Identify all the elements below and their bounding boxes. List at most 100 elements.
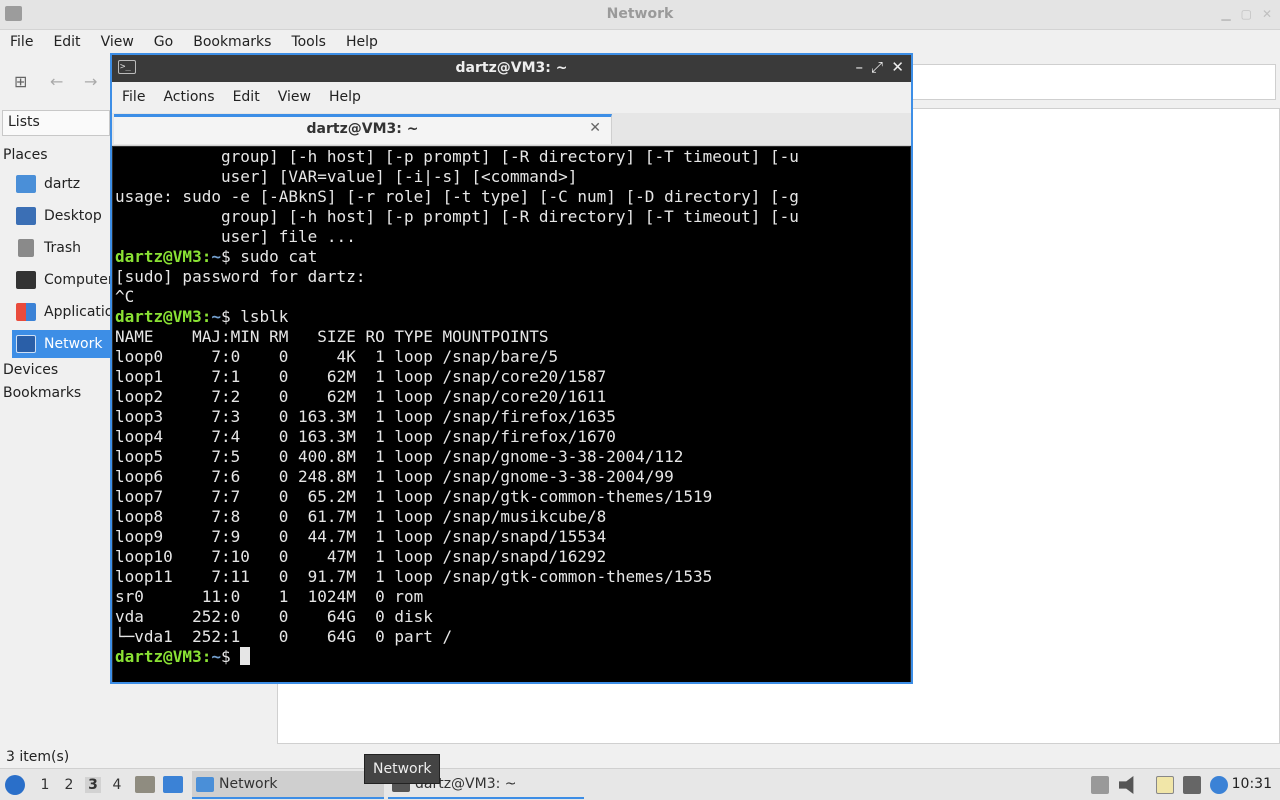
sidebar-item-label: Network xyxy=(44,336,103,352)
sidebar-item-network[interactable]: Network xyxy=(12,330,110,358)
terminal-line: loop1 7:1 0 62M 1 loop /snap/core20/1587 xyxy=(115,367,607,386)
workspace-1[interactable]: 1 xyxy=(37,777,53,793)
menu-edit[interactable]: Edit xyxy=(223,82,268,113)
terminal-line: └─vda1 252:1 0 64G 0 part / xyxy=(115,627,453,646)
maximize-icon[interactable]: ⤢ xyxy=(871,58,883,76)
prompt-path: ~ xyxy=(211,247,221,266)
tooltip: Network xyxy=(364,754,441,784)
back-arrow-icon[interactable]: ← xyxy=(50,72,63,91)
clipboard-icon[interactable] xyxy=(1156,776,1174,794)
sidebar-section-devices[interactable]: Devices xyxy=(3,362,58,378)
sidebar-item-label: dartz xyxy=(44,176,81,192)
terminal-line: vda 252:0 0 64G 0 disk xyxy=(115,607,433,626)
terminal-titlebar[interactable]: >_ dartz@VM3: ~ – ⤢ ✕ xyxy=(112,55,911,82)
volume-icon[interactable] xyxy=(1119,776,1134,794)
terminal-line: loop2 7:2 0 62M 1 loop /snap/core20/1611 xyxy=(115,387,607,406)
close-icon[interactable]: ✕ xyxy=(1262,7,1272,21)
sidebar-item-computer[interactable]: Computer xyxy=(12,266,110,294)
network-icon xyxy=(16,335,36,353)
close-tab-icon[interactable]: ✕ xyxy=(589,120,601,136)
close-icon[interactable]: ✕ xyxy=(891,58,904,76)
terminal-line: loop10 7:10 0 47M 1 loop /snap/snapd/162… xyxy=(115,547,607,566)
prompt-user: dartz@VM3 xyxy=(115,307,202,326)
desktop-folder-icon xyxy=(16,207,36,225)
menu-actions[interactable]: Actions xyxy=(153,82,222,113)
file-manager-sidebar: Lists Places dartz Desktop Trash Compute… xyxy=(0,108,110,748)
sidebar-item-applications[interactable]: Applications xyxy=(12,298,110,326)
file-manager-titlebar: Network ▁ ▢ ✕ xyxy=(0,0,1280,30)
menu-file[interactable]: File xyxy=(112,82,153,113)
terminal-line: user] [VAR=value] [-i|-s] [<command>] xyxy=(115,167,578,186)
show-desktop-icon[interactable] xyxy=(163,776,183,793)
terminal-line: sr0 11:0 1 1024M 0 rom xyxy=(115,587,424,606)
maximize-icon[interactable]: ▢ xyxy=(1241,7,1252,21)
terminal-line: loop3 7:3 0 163.3M 1 loop /snap/firefox/… xyxy=(115,407,616,426)
terminal-text: group] [-h host] [-p prompt] [-R directo… xyxy=(113,147,910,667)
file-manager-launcher-icon[interactable] xyxy=(135,776,155,793)
task-label: Network xyxy=(219,776,278,792)
sidebar-item-label: Applications xyxy=(44,304,110,320)
folder-icon xyxy=(196,776,214,792)
terminal-title: dartz@VM3: ~ xyxy=(455,60,568,76)
terminal-tab-label: dartz@VM3: ~ xyxy=(306,121,419,137)
workspace-3[interactable]: 3 xyxy=(85,777,101,793)
terminal-line: dartz@VM3:~$ sudo cat xyxy=(115,247,318,266)
terminal-line: loop8 7:8 0 61.7M 1 loop /snap/musikcube… xyxy=(115,507,607,526)
terminal-line: loop5 7:5 0 400.8M 1 loop /snap/gnome-3-… xyxy=(115,447,684,466)
menu-file[interactable]: File xyxy=(0,30,43,56)
status-bar-text: 3 item(s) xyxy=(6,749,70,765)
sidebar-item-label: Trash xyxy=(44,240,81,256)
terminal-line: group] [-h host] [-p prompt] [-R directo… xyxy=(115,207,799,226)
prompt-path: ~ xyxy=(211,647,221,666)
window-controls: ▁ ▢ ✕ xyxy=(1221,7,1272,21)
tray-arrow-icon[interactable] xyxy=(1091,776,1109,794)
workspace-4[interactable]: 4 xyxy=(109,777,125,793)
home-folder-icon xyxy=(16,175,36,193)
new-tab-icon[interactable]: ⊞ xyxy=(14,72,27,91)
network-status-icon[interactable] xyxy=(1183,776,1201,794)
minimize-icon[interactable]: – xyxy=(856,58,864,76)
menu-edit[interactable]: Edit xyxy=(43,30,90,56)
prompt-user: dartz@VM3 xyxy=(115,647,202,666)
prompt-user: dartz@VM3 xyxy=(115,247,202,266)
start-menu-icon[interactable] xyxy=(5,775,25,795)
terminal-line: loop6 7:6 0 248.8M 1 loop /snap/gnome-3-… xyxy=(115,467,674,486)
clock: 10:31 xyxy=(1231,776,1272,792)
terminal-line: loop7 7:7 0 65.2M 1 loop /snap/gtk-commo… xyxy=(115,487,713,506)
trash-icon xyxy=(18,239,34,257)
terminal-line: loop4 7:4 0 163.3M 1 loop /snap/firefox/… xyxy=(115,427,616,446)
sidebar-item-desktop[interactable]: Desktop xyxy=(12,202,110,230)
sidebar-mode-select[interactable]: Lists xyxy=(2,110,110,136)
terminal-line: usage: sudo -e [-ABknS] [-r role] [-t ty… xyxy=(115,187,799,206)
terminal-line: user] file ... xyxy=(115,227,356,246)
workspace-2[interactable]: 2 xyxy=(61,777,77,793)
terminal-line: dartz@VM3:~$ lsblk xyxy=(115,307,289,326)
terminal-line: ^C xyxy=(115,287,135,306)
location-bar[interactable] xyxy=(912,64,1276,100)
file-manager-title: Network xyxy=(606,6,674,22)
task-network[interactable]: Network xyxy=(192,771,384,799)
terminal-line: group] [-h host] [-p prompt] [-R directo… xyxy=(115,147,799,166)
terminal-tab[interactable]: dartz@VM3: ~ ✕ xyxy=(114,114,612,144)
sidebar-item-label: Computer xyxy=(44,272,110,288)
text-cursor xyxy=(240,647,251,665)
sidebar-item-trash[interactable]: Trash xyxy=(12,234,110,262)
sidebar-item-dartz[interactable]: dartz xyxy=(12,170,110,198)
terminal-line: NAME MAJ:MIN RM SIZE RO TYPE MOUNTPOINTS xyxy=(115,327,549,346)
terminal-line: loop0 7:0 0 4K 1 loop /snap/bare/5 xyxy=(115,347,559,366)
menu-view[interactable]: View xyxy=(268,82,319,113)
terminal-output[interactable]: group] [-h host] [-p prompt] [-R directo… xyxy=(113,147,910,682)
applications-icon xyxy=(16,303,36,321)
computer-icon xyxy=(16,271,36,289)
terminal-line: loop9 7:9 0 44.7M 1 loop /snap/snapd/155… xyxy=(115,527,607,546)
menu-help[interactable]: Help xyxy=(319,82,369,113)
prompt-path: ~ xyxy=(211,307,221,326)
notification-icon[interactable] xyxy=(1210,776,1228,794)
sidebar-section-bookmarks[interactable]: Bookmarks xyxy=(3,385,81,401)
terminal-tabbar: dartz@VM3: ~ ✕ xyxy=(112,113,911,146)
forward-arrow-icon[interactable]: → xyxy=(84,72,97,91)
terminal-line: [sudo] password for dartz: xyxy=(115,267,366,286)
terminal-line: dartz@VM3:~$ xyxy=(115,647,910,667)
sidebar-item-label: Desktop xyxy=(44,208,102,224)
minimize-icon[interactable]: ▁ xyxy=(1221,7,1230,21)
